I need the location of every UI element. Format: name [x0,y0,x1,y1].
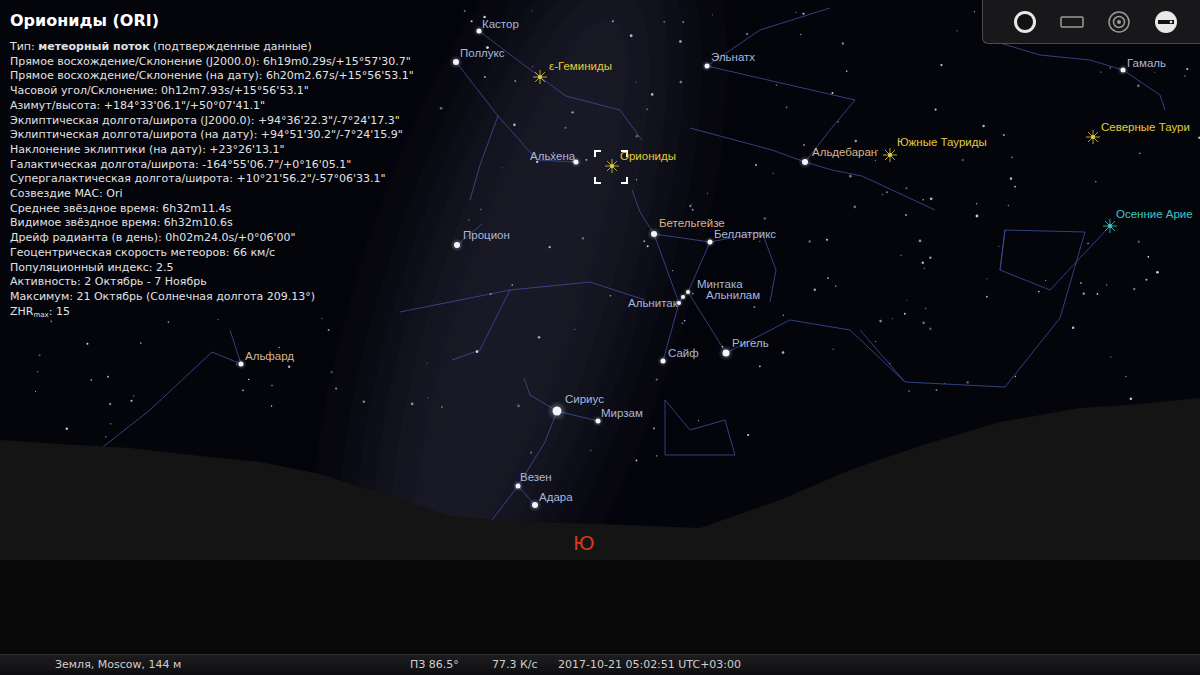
star-label[interactable]: Альхена [530,151,575,162]
info-line: Тип: метеорный поток (подтвержденные дан… [10,40,414,55]
meteor-shower-label[interactable]: Ориониды [620,151,676,162]
info-line: Популяционный индекс: 2.5 [10,261,414,276]
radiant-icon[interactable] [605,159,619,173]
info-line: Активность: 2 Октябрь - 7 Ноябрь [10,275,414,290]
info-line: Эклиптическая долгота/широта (J2000.0): … [10,114,414,129]
ground [0,560,1200,654]
star-label[interactable]: Кастор [482,19,519,30]
star-label[interactable]: Бетельгейзе [659,218,725,229]
info-line: Супергалактическая долгота/широта: +10°2… [10,172,414,187]
radiant-icon[interactable] [533,70,547,84]
info-line: Наклонение эклиптики (на дату): +23°26'1… [10,143,414,158]
star-icon[interactable] [450,238,463,251]
star-label[interactable]: Альнитак [628,298,678,309]
radiant-icon[interactable] [1086,130,1100,144]
view-toolbar [982,0,1200,44]
info-line: Среднее звёздное время: 6h32m11.4s [10,202,414,217]
fov-status: ПЗ 86.5° [410,658,492,672]
star-label[interactable]: Альдебаран [812,147,877,158]
star-icon[interactable] [702,61,713,72]
info-line: Видимое звёздное время: 6h32m10.6s [10,216,414,231]
star-label[interactable]: Эльнатх [711,52,755,63]
star-icon[interactable] [718,345,733,360]
target-icon [1106,9,1132,35]
night-mode-icon [1012,9,1038,35]
meteor-shower-label[interactable]: Осенние Арие [1116,209,1193,220]
info-line: Созвездие МАС: Ori [10,187,414,202]
object-info-panel: Ориониды (ORI) Тип: метеорный поток (подт… [10,10,414,322]
info-line: Геоцентрическая скорость метеоров: 66 км… [10,246,414,261]
star-icon[interactable] [236,359,247,370]
sky-chart[interactable] [0,0,1200,654]
status-bar: Земля, Moscow, 144 мПЗ 86.5°77.3 К/с2017… [0,654,1200,675]
meteor-shower-label[interactable]: Северные Таури [1101,122,1190,133]
star-label[interactable]: Минтака [697,279,743,290]
info-line: Эклиптическая долгота/широта (на дату): … [10,128,414,143]
star-icon[interactable] [647,227,660,240]
star-label[interactable]: Гамаль [1127,58,1166,69]
info-line: Максимум: 21 Октябрь (Солнечная долгота … [10,290,414,305]
sky-view[interactable]: Кастор Поллукс ε-Геминиды Эльнатх Гамаль Севе… [0,0,1200,654]
star-icon[interactable] [658,356,669,367]
datetime-status[interactable]: 2017-10-21 05:02:51 UTC+03:00 [558,658,1200,672]
info-line: Дрейф радианта (в день): 0h02m24.0s/+0°0… [10,231,414,246]
star-icon[interactable] [705,237,716,248]
star-label[interactable]: Мирзам [601,408,643,419]
star-icon[interactable] [547,401,567,421]
toolbar-button[interactable] [1055,5,1089,39]
fps-status: 77.3 К/с [492,658,558,672]
info-line: Прямое восхождение/Склонение (на дату): … [10,69,414,84]
info-line: ZHRmax: 15 [10,305,414,323]
star-label[interactable]: Беллатрикс [714,229,776,240]
star-icon[interactable] [1118,65,1129,76]
star-icon[interactable] [798,155,811,168]
star-label[interactable]: Сириус [565,394,604,405]
quit-icon [1153,9,1179,35]
stellarium-window: Кастор Поллукс ε-Геминиды Эльнатх Гамаль Севе… [0,0,1200,675]
info-line: Галактическая долгота/широта: -164°55'06… [10,158,414,173]
info-line: Прямое восхождение/Склонение (J2000.0): … [10,55,414,70]
radiant-icon[interactable] [883,148,897,162]
fullscreen-icon [1059,9,1085,35]
star-label[interactable]: Адара [539,492,573,503]
location-status[interactable]: Земля, Moscow, 144 м [55,658,410,672]
star-label[interactable]: Альнилам [706,290,760,301]
object-title: Ориониды (ORI) [10,10,414,32]
meteor-shower-label[interactable]: ε-Геминиды [549,61,612,72]
toolbar-button[interactable] [1008,5,1042,39]
star-label[interactable]: Сайф [668,348,699,359]
meteor-shower-label[interactable]: Южные Тауриды [897,137,987,148]
star-label[interactable]: Везен [520,472,552,483]
toolbar-button[interactable] [1149,5,1183,39]
star-label[interactable]: Процион [463,230,510,241]
toolbar-button[interactable] [1102,5,1136,39]
info-line: Азимут/высота: +184°33'06.1"/+50°07'41.1… [10,99,414,114]
info-line: Часовой угол/Склонение: 0h12m7.93s/+15°5… [10,84,414,99]
cardinal-point-label: Ю [573,531,595,555]
star-label[interactable]: Поллукс [460,48,505,59]
star-label[interactable]: Ригель [732,338,769,349]
star-label[interactable]: Альфард [245,351,294,362]
horizon-landscape [0,398,1200,654]
radiant-icon[interactable] [1103,219,1117,233]
